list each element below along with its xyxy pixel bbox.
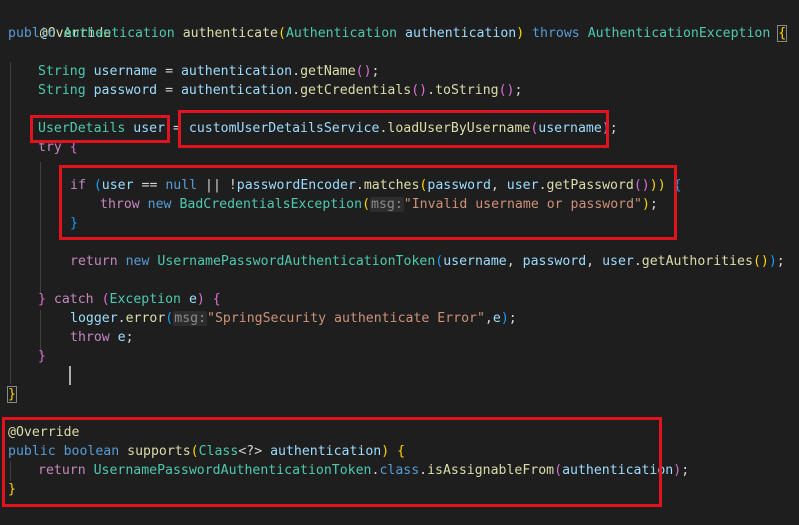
token-paren: ( — [101, 292, 110, 307]
code-line-16[interactable]: } catch (Exception e) { — [38, 290, 221, 309]
token-paren: ) — [768, 254, 777, 269]
token-semicolon: ; — [508, 311, 517, 326]
token-variable: password — [93, 83, 158, 98]
token-semicolon: ; — [776, 254, 785, 269]
indent-guide — [40, 162, 41, 294]
token-method: getAuthorities — [641, 254, 753, 269]
token-paren: ) — [196, 292, 205, 307]
token-comma: , — [484, 311, 493, 326]
indent-guide — [10, 62, 11, 384]
token-operator: = — [157, 83, 181, 98]
token-semicolon: ; — [125, 330, 134, 345]
token-variable: e — [492, 311, 501, 326]
token-string: "SpringSecurity authenticate Error" — [207, 311, 485, 326]
token-variable: e — [117, 330, 126, 345]
token-dot: . — [633, 254, 642, 269]
token-dot: . — [292, 64, 301, 79]
code-line-1[interactable]: @Override — [8, 5, 111, 41]
token-paren: ) — [516, 26, 525, 41]
token-keyword: return — [70, 254, 118, 269]
token-method: getCredentials — [300, 83, 412, 98]
token-variable: authentication — [180, 64, 293, 79]
token-type: String — [38, 64, 86, 79]
highlight-box-load-user — [178, 110, 609, 148]
token-paren: ( — [277, 26, 286, 41]
code-line-21[interactable]: } — [7, 385, 17, 404]
token-paren: () — [752, 254, 769, 269]
text-cursor — [69, 366, 71, 385]
token-brace: } — [38, 292, 46, 307]
code-line-18[interactable]: throw e; — [70, 328, 134, 347]
token-paren: () — [498, 83, 515, 98]
token-brace: } — [38, 349, 46, 364]
code-line-17[interactable]: logger.error(msg:"SpringSecurity authent… — [70, 309, 517, 328]
token-paren: ) — [500, 311, 509, 326]
token-keyword: throw — [70, 330, 110, 345]
token-comma: , — [506, 254, 523, 269]
token-variable: user — [602, 254, 634, 269]
token-param: authentication — [405, 26, 517, 41]
token-operator: = — [157, 64, 181, 79]
token-type: Authentication — [63, 26, 175, 41]
highlight-box-supports-method — [2, 417, 662, 507]
code-line-2[interactable]: public Authentication authenticate(Authe… — [8, 24, 788, 43]
token-paren: ) — [673, 463, 682, 478]
code-line-5[interactable]: String password = authentication.getCred… — [38, 81, 522, 100]
token-variable: username — [443, 254, 507, 269]
highlight-box-password-check — [59, 165, 677, 240]
token-type: String — [38, 83, 86, 98]
token-method: getName — [300, 64, 356, 79]
code-line-4[interactable]: String username = authentication.getName… — [38, 62, 379, 81]
token-comma: , — [586, 254, 603, 269]
token-dot: . — [427, 83, 436, 98]
param-hint: msg: — [173, 311, 208, 326]
token-type: AuthenticationException — [587, 26, 771, 41]
token-variable: password — [522, 254, 587, 269]
code-line-14[interactable]: return new UsernamePasswordAuthenticatio… — [70, 252, 785, 271]
token-variable: username — [93, 64, 158, 79]
token-keyword: public — [8, 26, 56, 41]
token-semicolon: ; — [514, 83, 523, 98]
token-variable: e — [188, 292, 197, 307]
token-dot: . — [117, 311, 126, 326]
highlight-box-userdetails — [30, 115, 170, 143]
token-method: toString — [435, 83, 499, 98]
token-type: Authentication — [285, 26, 398, 41]
token-brace: } — [7, 386, 17, 403]
token-type: UsernamePasswordAuthenticationToken — [157, 254, 436, 269]
token-method: error — [125, 311, 166, 326]
token-semicolon: ; — [609, 121, 618, 136]
code-line-19[interactable]: } — [38, 347, 46, 366]
token-brace: { — [777, 25, 788, 42]
token-semicolon: ; — [681, 463, 690, 478]
token-keyword: throws — [532, 26, 580, 41]
token-semicolon: ; — [371, 64, 380, 79]
token-type: Exception — [109, 292, 181, 307]
token-brace: { — [212, 292, 221, 307]
token-paren: () — [411, 83, 428, 98]
token-method: authenticate — [182, 26, 278, 41]
token-dot: . — [292, 83, 301, 98]
code-editor[interactable]: @Override public Authentication authenti… — [0, 0, 799, 525]
token-paren: () — [355, 64, 372, 79]
token-variable: authentication — [180, 83, 293, 98]
token-keyword: new — [125, 254, 150, 269]
token-keyword: catch — [53, 292, 94, 307]
token-variable: logger — [70, 311, 118, 326]
